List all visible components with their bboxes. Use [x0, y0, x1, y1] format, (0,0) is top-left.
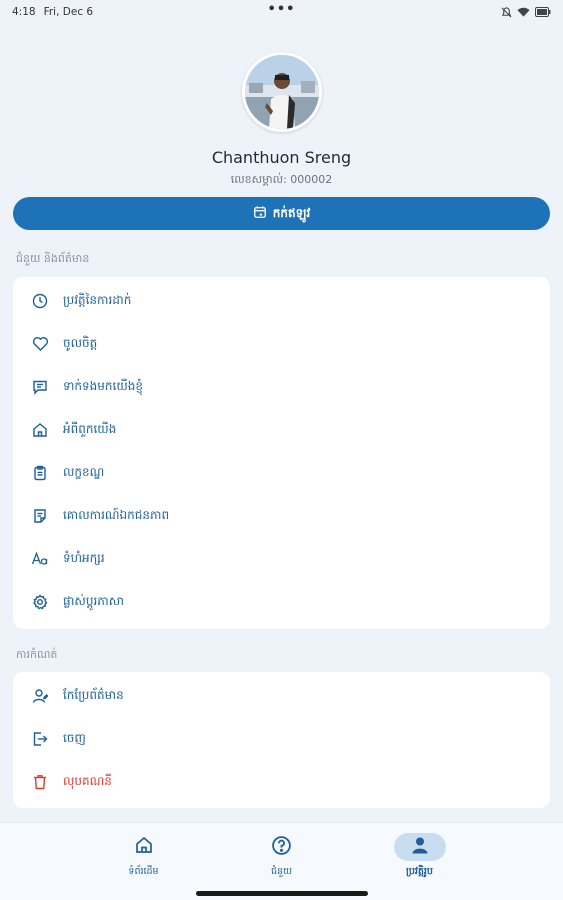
menu-item-label: ទំហំអក្សរ — [63, 550, 105, 565]
section-label-general: ជំនួយ និងព័ត៌មាន — [16, 252, 90, 265]
home-indicator — [195, 891, 368, 896]
menu-item-font-size[interactable]: ទំហំអក្សរ — [13, 537, 550, 580]
nav-label: ទំព័រដើម — [128, 866, 159, 877]
bottom-navigation: ទំព័រដើម ជំនួយ ប្រវត្តិរូប — [0, 822, 563, 900]
calendar-icon — [253, 205, 267, 222]
menu-item-edit-profile[interactable]: កែប្រែព័ត៌មាន — [13, 674, 550, 717]
document-icon — [31, 507, 49, 525]
section-label-account: ការកំណត់ — [16, 648, 58, 661]
menu-item-label: លក្ខខណ្ឌ — [63, 464, 105, 479]
mute-icon — [501, 6, 512, 18]
book-now-label: កក់ឥឡូវ — [272, 205, 311, 220]
menu-item-label: ប្រវត្តិនៃការដាក់ — [63, 292, 132, 307]
menu-item-delete-account[interactable]: លុបគណនី — [13, 760, 550, 803]
menu-item-label: ចូលចិត្ត — [63, 335, 98, 350]
nav-tab-home[interactable]: ទំព័រដើម — [75, 823, 213, 900]
profile-id: លេខសម្គាល់: 000002 — [230, 173, 333, 186]
status-time: 4:18 — [12, 6, 36, 18]
book-now-button[interactable]: កក់ឥឡូវ — [13, 197, 550, 230]
chat-icon — [31, 378, 49, 396]
status-dots: ••• — [267, 2, 296, 17]
menu-item-label: ចេញ — [63, 730, 86, 745]
menu-item-label: កែប្រែព័ត៌មាន — [63, 687, 124, 702]
menu-item-label: លុបគណនី — [63, 773, 112, 788]
menu-item-label: ផ្លាស់ប្តូរភាសា — [63, 593, 124, 608]
menu-item-change-language[interactable]: ផ្លាស់ប្តូរភាសា — [13, 580, 550, 623]
menu-item-privacy-policy[interactable]: គោលការណ៍ឯកជនភាព — [13, 494, 550, 537]
menu-item-label: អំពីពួកយើង — [63, 421, 117, 436]
logout-icon — [31, 730, 49, 748]
menu-item-about-us[interactable]: អំពីពួកយើង — [13, 408, 550, 451]
user-icon — [31, 687, 49, 705]
menu-item-label: ទាក់ទងមកយើងខ្ញុំ — [63, 378, 143, 393]
wifi-icon — [517, 7, 530, 18]
menu-item-booking-history[interactable]: ប្រវត្តិនៃការដាក់ — [13, 279, 550, 322]
status-date: Fri, Dec 6 — [43, 6, 94, 18]
clipboard-icon — [31, 464, 49, 482]
nav-tab-profile[interactable]: ប្រវត្តិរូប — [351, 823, 489, 900]
avatar[interactable] — [241, 52, 322, 132]
menu-item-label: គោលការណ៍ឯកជនភាព — [63, 507, 170, 522]
status-bar: 4:18 Fri, Dec 6 ••• — [0, 0, 563, 24]
person-icon — [411, 836, 429, 858]
account-menu-card: កែប្រែព័ត៌មាន ចេញ លុបគណនី — [13, 672, 550, 808]
heart-icon — [31, 335, 49, 353]
settings-icon — [31, 593, 49, 611]
menu-item-terms[interactable]: លក្ខខណ្ឌ — [13, 451, 550, 494]
help-icon — [271, 835, 292, 860]
general-menu-card: ប្រវត្តិនៃការដាក់ ចូលចិត្ត ទាក់ទងមកយើងខ្… — [13, 277, 550, 629]
battery-icon — [535, 7, 551, 17]
nav-tab-help[interactable]: ជំនួយ — [213, 823, 351, 900]
home-icon — [134, 835, 154, 859]
font-size-icon — [31, 550, 49, 568]
profile-screen: 4:18 Fri, Dec 6 ••• Chanthuon Sreng លេខស… — [0, 0, 563, 900]
menu-item-logout[interactable]: ចេញ — [13, 717, 550, 760]
home-icon — [31, 421, 49, 439]
menu-item-contact-us[interactable]: ទាក់ទងមកយើងខ្ញុំ — [13, 365, 550, 408]
profile-name: Chanthuon Sreng — [211, 148, 352, 167]
trash-icon — [31, 773, 49, 791]
menu-item-favorites[interactable]: ចូលចិត្ត — [13, 322, 550, 365]
nav-label: ប្រវត្តិរូប — [406, 866, 433, 877]
nav-label: ជំនួយ — [270, 866, 293, 877]
clock-icon — [31, 292, 49, 310]
profile-header: Chanthuon Sreng លេខសម្គាល់: 000002 — [0, 52, 563, 189]
